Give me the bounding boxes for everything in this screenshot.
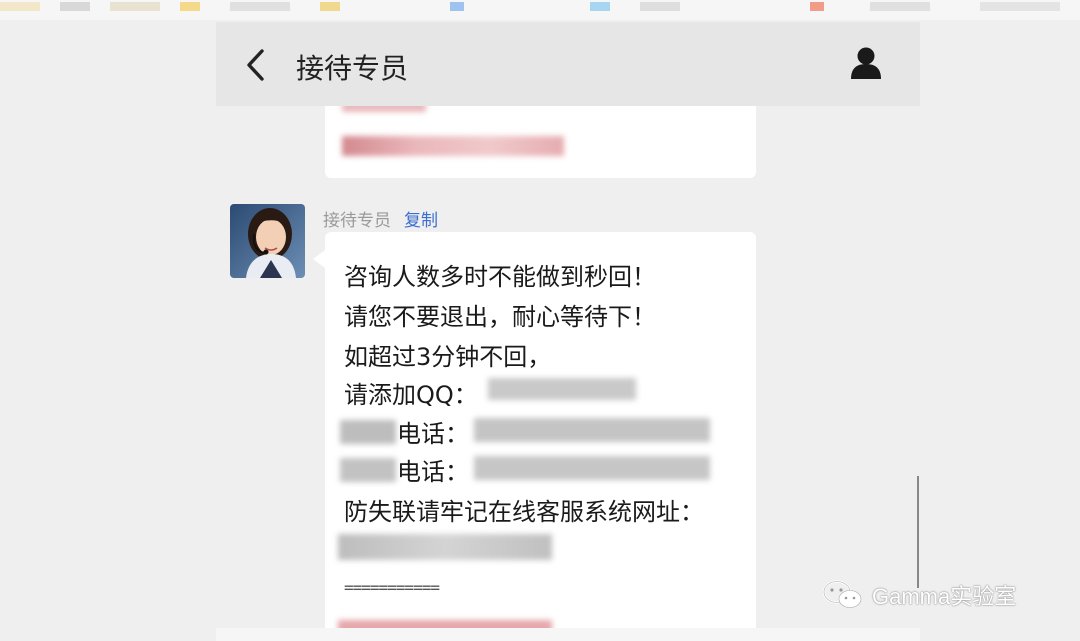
message-line: 请您不要退出，耐心等待下！ — [344, 303, 656, 331]
top-strip — [0, 0, 1080, 20]
redacted-phone — [474, 456, 710, 480]
message-line: 电话： — [397, 420, 469, 448]
user-icon — [851, 47, 881, 79]
chevron-left-icon — [247, 49, 264, 81]
redacted-phone — [474, 418, 710, 442]
back-button[interactable] — [242, 48, 272, 82]
redacted-text — [340, 458, 396, 482]
agent-avatar[interactable] — [230, 204, 305, 278]
sender-name: 接待专员 — [323, 211, 391, 231]
watermark: Gamma实验室 — [822, 579, 1016, 611]
chat-header: 接待专员 — [216, 22, 920, 106]
message-line: 防失联请牢记在线客服系统网址： — [344, 498, 704, 526]
redacted-text — [342, 136, 564, 156]
copy-link[interactable]: 复制 — [404, 206, 438, 231]
bubble-tail — [313, 250, 325, 268]
separator: =========== — [344, 578, 440, 597]
message-line: 电话： — [397, 458, 469, 486]
redacted-url — [338, 534, 552, 560]
message-line: 咨询人数多时不能做到秒回！ — [344, 263, 656, 291]
user-profile-button[interactable] — [850, 46, 882, 80]
redacted-text — [340, 420, 396, 444]
bottom-strip — [216, 628, 920, 641]
wechat-logo-icon — [822, 580, 862, 608]
redacted-qq — [488, 378, 636, 400]
scrollbar[interactable] — [917, 476, 919, 588]
message-line: 如超过3分钟不回， — [344, 343, 552, 371]
message-line: 请添加QQ： — [344, 381, 478, 409]
page-title: 接待专员 — [296, 52, 409, 85]
watermark-text: Gamma实验室 — [872, 584, 1017, 609]
